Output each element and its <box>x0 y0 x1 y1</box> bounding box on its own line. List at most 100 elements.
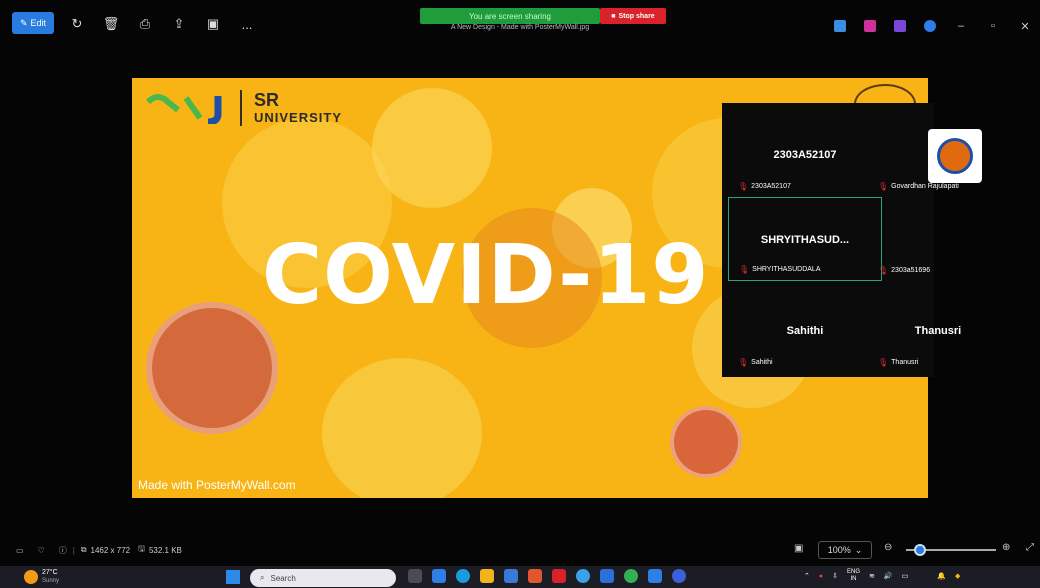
wifi-icon[interactable]: ≋ <box>869 572 875 580</box>
participant-label: 🎙 Sahithi <box>738 358 773 367</box>
chevron-up-icon[interactable]: ⌃ <box>804 572 810 580</box>
app-icon[interactable] <box>576 569 590 583</box>
participant-label: 🎙 Thanusri <box>878 358 918 367</box>
search-icon: ⌕ <box>260 573 265 582</box>
store-icon[interactable] <box>504 569 518 583</box>
stop-share-button[interactable]: ■ Stop share <box>600 8 666 24</box>
share-icon[interactable]: ⇪ <box>168 13 190 35</box>
emblem-icon <box>937 138 973 174</box>
chevron-down-icon: ⌄ <box>854 544 863 555</box>
favorite-icon[interactable]: ♡ <box>38 546 45 555</box>
participant-tile[interactable]: Sahithi 🎙 Sahithi <box>728 289 882 373</box>
zoom-app-icon[interactable] <box>672 569 686 583</box>
participant-label: 🎙 Govardhan Rajulapati <box>878 182 959 191</box>
photos-icon[interactable] <box>600 569 614 583</box>
poster-credit: Made with PosterMyWall.com <box>138 478 296 492</box>
windows-start-icon[interactable] <box>226 570 240 584</box>
participant-label-text: Thanusri <box>891 359 919 366</box>
filesize-icon: 🖫 <box>138 544 145 553</box>
university-logo-icon <box>146 94 222 124</box>
lang-line1: ENG <box>846 569 860 575</box>
app-icon[interactable] <box>552 569 566 583</box>
coronavirus-graphic <box>152 308 272 428</box>
filmstrip-icon[interactable]: ▭ <box>16 546 24 555</box>
participant-label: 🎙 2303a51696 <box>878 266 930 275</box>
image-filesize: 532.1 KB <box>148 545 182 555</box>
info-icon[interactable]: ⓘ <box>59 545 67 556</box>
participant-display-name: Sahithi <box>786 325 824 337</box>
mic-off-icon: 🎙 <box>738 358 749 367</box>
participant-tile[interactable]: 2303A52107 🎙 2303A52107 <box>728 113 882 197</box>
close-icon[interactable]: ✕ <box>1018 20 1032 33</box>
mic-off-icon: 🎙 <box>739 265 750 274</box>
cloud-icon[interactable] <box>924 20 936 32</box>
print-icon[interactable]: ⎙ <box>134 13 156 35</box>
zoom-slider-knob[interactable] <box>914 544 926 556</box>
fullscreen-icon[interactable]: ⤢ <box>1026 542 1034 553</box>
slideshow-icon[interactable]: ▣ <box>202 13 224 35</box>
whatsapp-icon[interactable] <box>624 569 638 583</box>
divider: | <box>72 545 75 555</box>
zoom-in-icon[interactable]: ⊕ <box>1002 542 1010 553</box>
app-icon-1[interactable] <box>834 20 846 32</box>
poster-headline: COVID-19 <box>262 228 710 323</box>
mic-off-icon: 🎙 <box>738 182 749 191</box>
copilot-icon[interactable]: ◆ <box>955 572 960 580</box>
participant-tile[interactable]: 🎙 Govardhan Rajulapati <box>878 113 959 197</box>
rotate-icon[interactable]: ↻ <box>66 13 88 35</box>
weather-description[interactable]: Sunny <box>42 578 59 584</box>
screen-share-banner[interactable]: You are screen sharing <box>420 8 600 24</box>
participant-avatar <box>928 129 982 183</box>
app-icon[interactable] <box>432 569 446 583</box>
participant-tile-active[interactable]: SHRYITHASUD... 🎙 SHRYITHASUDDALA <box>728 197 882 281</box>
participant-display-name: SHRYITHASUD... <box>760 234 850 246</box>
delete-icon[interactable]: 🗑 <box>100 13 122 35</box>
image-dimensions: 1462 x 772 <box>90 545 131 555</box>
minimize-icon[interactable]: – <box>954 20 968 32</box>
participant-tile[interactable]: 🎙 2303a51696 <box>878 197 936 281</box>
search-placeholder: Search <box>270 573 296 583</box>
participant-tile[interactable]: Thanusri 🎙 Thanusri <box>878 289 961 373</box>
window-title: A New Design - Made with PosterMyWall.jp… <box>450 24 590 31</box>
participants-panel: 2303A52107 🎙 2303A52107 🎙 Govardhan Raju… <box>722 103 982 377</box>
maximize-icon[interactable]: ▫ <box>986 20 1000 32</box>
more-button[interactable]: ... <box>236 13 258 35</box>
battery-icon[interactable]: ▭ <box>902 572 909 580</box>
stop-share-label: Stop share <box>618 12 655 20</box>
app-icon[interactable] <box>528 569 542 583</box>
participant-display-name: Thanusri <box>914 325 962 337</box>
university-name-line2: UNIVERSITY <box>254 110 343 125</box>
tray-app-icon[interactable]: ● <box>819 573 823 580</box>
app-icon-2[interactable] <box>864 20 876 32</box>
stop-icon: ■ <box>611 12 616 20</box>
usb-icon[interactable]: ⇩ <box>832 572 838 580</box>
edge-icon[interactable] <box>456 569 470 583</box>
participant-display-name: 2303A52107 <box>773 149 837 161</box>
language-indicator[interactable]: ENG IN <box>847 569 860 583</box>
zoom-value: 100% <box>827 545 851 555</box>
volume-icon[interactable]: 🔊 <box>884 572 893 580</box>
participant-label-text: Govardhan Rajulapati <box>891 183 959 190</box>
zoom-select[interactable]: 100% ⌄ <box>818 541 872 559</box>
app-icon[interactable] <box>648 569 662 583</box>
weather-temperature[interactable]: 27°C <box>42 569 58 576</box>
task-view-icon[interactable] <box>408 569 422 583</box>
notification-icon[interactable]: 🔔 <box>937 572 946 580</box>
lang-line2: IN <box>850 576 857 582</box>
virus-graphic <box>372 88 492 208</box>
file-explorer-icon[interactable] <box>480 569 494 583</box>
window-controls: – ▫ ✕ <box>834 16 1040 36</box>
participant-label-text: 2303a51696 <box>891 267 931 274</box>
university-name-line1: SR <box>254 90 280 110</box>
sun-icon[interactable] <box>24 570 38 584</box>
fit-view-icon[interactable]: ▣ <box>794 543 803 554</box>
mic-off-icon: 🎙 <box>878 182 889 191</box>
virus-graphic <box>322 358 482 498</box>
participant-label-text: SHRYITHASUDDALA <box>752 266 821 273</box>
participant-label-text: Sahithi <box>751 359 773 366</box>
app-icon-3[interactable] <box>894 20 906 32</box>
participant-label: 🎙 2303A52107 <box>738 182 791 191</box>
taskbar-search[interactable]: ⌕ Search <box>250 569 396 587</box>
dimensions-icon: ⧉ <box>80 545 87 554</box>
zoom-out-icon[interactable]: ⊖ <box>884 542 892 553</box>
